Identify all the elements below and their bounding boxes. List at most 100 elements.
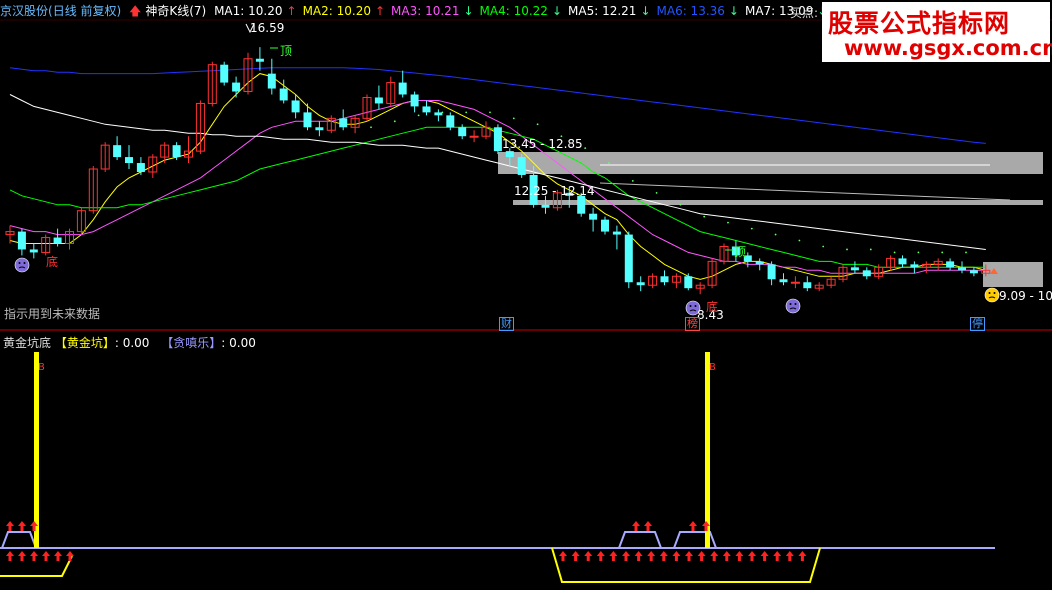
red-arrow-icon [722,551,731,561]
trend-dot [679,203,682,206]
finance-marker[interactable]: 财 [499,317,514,331]
signal-b-2: B [709,362,716,373]
arrow-shape [634,551,643,561]
candle-body [493,127,502,152]
red-arrow-icon [735,551,744,561]
zone-line-2 [599,182,1011,201]
red-arrow-icon [634,551,643,561]
trend-dot [584,147,587,150]
face-circle [785,298,801,314]
trend-dot [631,180,634,182]
red-arrow-icon [773,551,782,561]
greed-bump-1 [1,531,37,549]
indicator-name[interactable]: 神奇K线(7) [145,4,206,18]
trend-dot [465,111,468,114]
ma-value-6: MA6: 13.36 [656,4,725,18]
arrow-shape [559,551,567,561]
candle-body [410,94,419,107]
trend-dot [512,117,515,120]
red-up-arrow-icon: 🡅 [129,4,142,18]
candle-body [505,151,514,158]
arrow-shape [66,551,74,561]
red-arrow-icon [6,521,14,531]
arrow-shape [748,551,756,561]
gold-pit-bar-2 [705,352,710,548]
arrow-shape [710,551,719,561]
trend-dot [536,123,539,126]
trend-dot [798,239,801,242]
trend-dot [417,114,420,117]
ma-line-1 [9,73,986,280]
candle-body [255,58,264,62]
red-arrow-icon [760,551,769,561]
red-arrow-icon [685,551,693,561]
face-eye [794,303,797,305]
trend-dot [750,227,753,230]
face-eye [689,305,692,307]
candle-body [53,237,62,244]
trend-dot [393,120,396,123]
trend-dot [370,126,372,129]
candle-body [267,73,276,89]
candle-body [172,145,181,158]
face-eye [988,292,991,294]
red-arrow-icon [66,551,74,561]
face-eye [993,292,996,294]
watermark-logo: 股票公式指标网 www.gsgx.com.cn [822,2,1052,62]
arrow-shape [685,551,693,561]
red-arrow-icon [697,551,706,561]
candle-body [398,82,407,95]
candle-body [684,276,693,289]
candle-body [779,279,788,283]
halt-marker[interactable]: 停 [970,317,985,331]
trend-dot [655,191,658,194]
arrow-shape [659,551,668,561]
gold-pit-bar-1 [34,352,39,548]
lower-panel [0,352,995,583]
arrow-shape [18,521,26,531]
arrow-up-icon: ↑ [374,4,386,18]
red-arrow-icon [748,551,756,561]
ma-value-3: MA3: 10.21 [391,4,460,18]
trend-dot [846,248,848,251]
candle-body [612,231,621,235]
zone-label-1: 13.45 - 12.85 [502,137,583,151]
red-arrow-icon [647,551,656,561]
arrow-shape [622,551,630,561]
candle-body [601,219,609,232]
arrow-shape [632,521,640,531]
red-arrow-icon [571,551,580,561]
candle-body [862,270,871,277]
lower-panel-header: 黄金坑底 【黄金坑】: 0.00 【贪嗔乐】: 0.00 [3,334,256,351]
arrow-shape [6,551,14,561]
rank-marker[interactable]: 榜 [685,317,700,331]
zone-label-2: 12.25 - 12.14 [514,184,595,198]
red-arrow-icon [596,551,605,561]
red-arrow-icon [710,551,719,561]
sad-face-icon [785,298,801,314]
ma-value-1: MA1: 10.20 [214,4,283,18]
candle-body [315,127,324,131]
trend-dot [489,111,491,114]
red-arrow-icon [689,521,697,531]
arrow-down-icon: ↓ [728,4,739,18]
candle-body [422,106,431,113]
candle-body [946,261,955,268]
trend-dot [774,233,777,236]
red-arrow-icon [622,551,630,561]
candle-body [850,267,859,271]
candle-body [624,234,633,283]
arrow-shape [798,551,807,561]
arrow-up-icon: ↑ [286,4,297,18]
ma-value-5: MA5: 12.21 [568,4,637,18]
candle-body [577,195,586,214]
arrow-down-icon: ↓ [551,4,563,18]
stock-name[interactable]: 京汉股份 [0,4,48,18]
candle-body [910,264,919,268]
candle-body [136,163,145,172]
chart-header: 京汉股份(日线 前复权) 🡅 神奇K线(7) MA1: 10.20 ↑ MA2: 10… [0,2,892,20]
trend-dot [869,248,872,251]
arrow-shape [571,551,580,561]
candle-body [17,231,26,250]
red-arrow-icon [785,551,794,561]
